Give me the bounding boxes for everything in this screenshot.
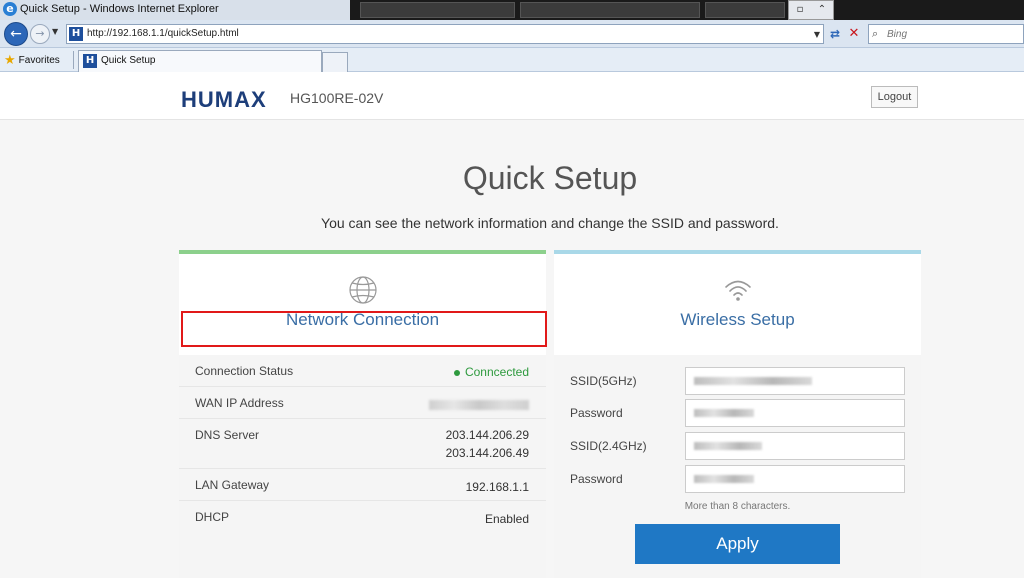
page-title: Quick Setup [462, 160, 638, 196]
info-label: LAN Gateway [195, 478, 270, 492]
field-label: SSID(5GHz) [570, 374, 637, 388]
search-box[interactable]: ⌕ [868, 24, 1024, 44]
info-label: DNS Server [195, 428, 260, 442]
password-5ghz-row: Password [554, 397, 921, 429]
url-dropdown-icon[interactable]: ▼ [814, 30, 820, 39]
status-dot-icon [453, 369, 460, 376]
page-subtitle: You can see the network information and … [321, 215, 779, 231]
info-row-lan-gateway: LAN Gateway 192.168.1.1 [179, 469, 546, 501]
status-text: Conncected [464, 365, 529, 379]
info-row-wan-ip: WAN IP Address [179, 387, 546, 419]
globe-icon [349, 276, 377, 304]
model-name: HG100RE-02V [290, 90, 384, 106]
restore-icon[interactable]: ▫ [789, 1, 811, 19]
dns-secondary: 203.144.206.49 [445, 446, 529, 460]
search-icon: ⌕ [872, 27, 879, 40]
ssid-24ghz-row: SSID(2.4GHz) [554, 430, 921, 462]
forward-button[interactable]: → [30, 24, 50, 44]
redacted-value [694, 442, 762, 450]
window-title: Quick Setup - Windows Internet Explorer [20, 3, 219, 15]
ssid-5ghz-input[interactable] [685, 367, 905, 395]
background-window-tab[interactable] [520, 2, 700, 18]
redacted-value [429, 399, 529, 410]
field-label: Password [570, 406, 623, 420]
favorites-bar: ★ Favorites H Quick Setup [0, 48, 1024, 72]
password-24ghz-input[interactable] [685, 465, 905, 493]
titlebar-active-area: e Quick Setup - Windows Internet Explore… [0, 0, 350, 20]
network-info-list: Connection Status Conncected WAN IP Addr… [179, 355, 546, 578]
password-24ghz-row: Password [554, 463, 921, 495]
favorites-button[interactable]: ★ Favorites [4, 51, 60, 69]
favorites-label: Favorites [18, 54, 60, 66]
apply-button[interactable]: Apply [635, 524, 840, 564]
field-label: SSID(2.4GHz) [570, 439, 647, 453]
dhcp-value: Enabled [484, 512, 529, 526]
window-titlebar: e Quick Setup - Windows Internet Explore… [0, 0, 1024, 20]
back-button[interactable]: ← [4, 22, 28, 46]
site-favicon: H [83, 54, 97, 68]
chevron-up-icon[interactable]: ⌃ [811, 1, 833, 19]
dns-server-values: 203.144.206.29 203.144.206.49 [446, 426, 529, 462]
ssid-5ghz-row: SSID(5GHz) [554, 365, 921, 397]
background-window-tab[interactable] [360, 2, 515, 18]
url-field[interactable]: H http://192.168.1.1/quickSetup.html ▼ [66, 24, 824, 44]
site-header: HUMAX HG100RE-02V Logout [0, 72, 1024, 120]
ssid-24ghz-input[interactable] [685, 432, 905, 460]
window-controls: ▫ ⌃ [788, 0, 834, 20]
wireless-setup-panel: Wireless Setup SSID(5GHz) Password SSID(… [554, 250, 921, 578]
wan-ip-highlight-box [181, 311, 547, 347]
wireless-setup-title: Wireless Setup [680, 310, 795, 329]
tab-quick-setup[interactable]: H Quick Setup [78, 50, 322, 72]
new-tab-button[interactable] [322, 52, 348, 72]
address-bar: ← → ▼ H http://192.168.1.1/quickSetup.ht… [0, 20, 1024, 48]
refresh-button[interactable]: ⇄ [827, 26, 843, 42]
password-5ghz-input[interactable] [685, 399, 905, 427]
network-connection-panel: Network Connection Connection Status Con… [179, 250, 546, 578]
humax-logo: HUMAX [181, 87, 267, 112]
toolbar-divider [73, 51, 74, 69]
redacted-value [694, 475, 754, 483]
history-dropdown-icon[interactable]: ▼ [52, 27, 58, 36]
password-hint: More than 8 characters. [684, 501, 791, 512]
redacted-value [694, 377, 812, 385]
tab-label: Quick Setup [101, 55, 156, 66]
star-icon: ★ [4, 52, 16, 67]
wifi-icon [725, 280, 751, 301]
field-label: Password [570, 472, 623, 486]
connection-status-value: Conncected [453, 363, 529, 381]
site-favicon: H [69, 27, 83, 41]
background-window-tab[interactable] [705, 2, 785, 18]
lan-gateway-value: 192.168.1.1 [465, 480, 529, 494]
info-row-dns-server: DNS Server 203.144.206.29 203.144.206.49 [179, 419, 546, 469]
info-label: DHCP [195, 510, 230, 524]
info-row-connection-status: Connection Status Conncected [179, 355, 546, 387]
logout-button[interactable]: Logout [871, 86, 918, 108]
redacted-value [694, 409, 754, 417]
dns-primary: 203.144.206.29 [445, 428, 529, 442]
search-input[interactable] [887, 27, 1017, 41]
ie-icon: e [3, 2, 17, 16]
info-label: Connection Status [195, 364, 294, 378]
info-row-dhcp: DHCP Enabled [179, 501, 546, 533]
stop-button[interactable]: ✕ [846, 26, 862, 42]
wan-ip-value [429, 395, 529, 413]
url-text: http://192.168.1.1/quickSetup.html [87, 28, 239, 39]
info-label: WAN IP Address [195, 396, 284, 410]
